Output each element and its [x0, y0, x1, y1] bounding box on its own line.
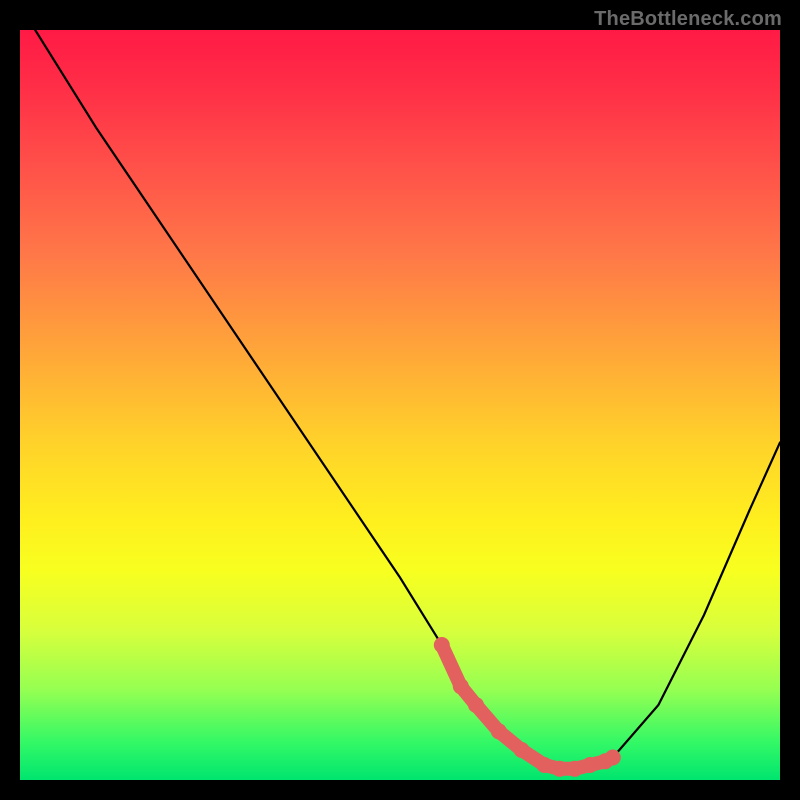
highlight-dot — [468, 697, 484, 713]
watermark-text: TheBottleneck.com — [594, 8, 782, 31]
highlight-dot — [552, 761, 568, 777]
highlight-dot — [582, 757, 598, 773]
highlight-dot — [434, 637, 450, 653]
plot-svg — [20, 30, 780, 780]
highlight-dot — [453, 678, 469, 694]
plot-area — [20, 30, 780, 780]
highlight-dot — [567, 761, 583, 777]
highlight-dot — [536, 757, 552, 773]
highlight-dot — [514, 742, 530, 758]
chart-container: TheBottleneck.com — [0, 0, 800, 800]
highlight-dot — [605, 750, 621, 766]
curve-line — [35, 30, 780, 769]
highlight-dot — [491, 723, 507, 739]
